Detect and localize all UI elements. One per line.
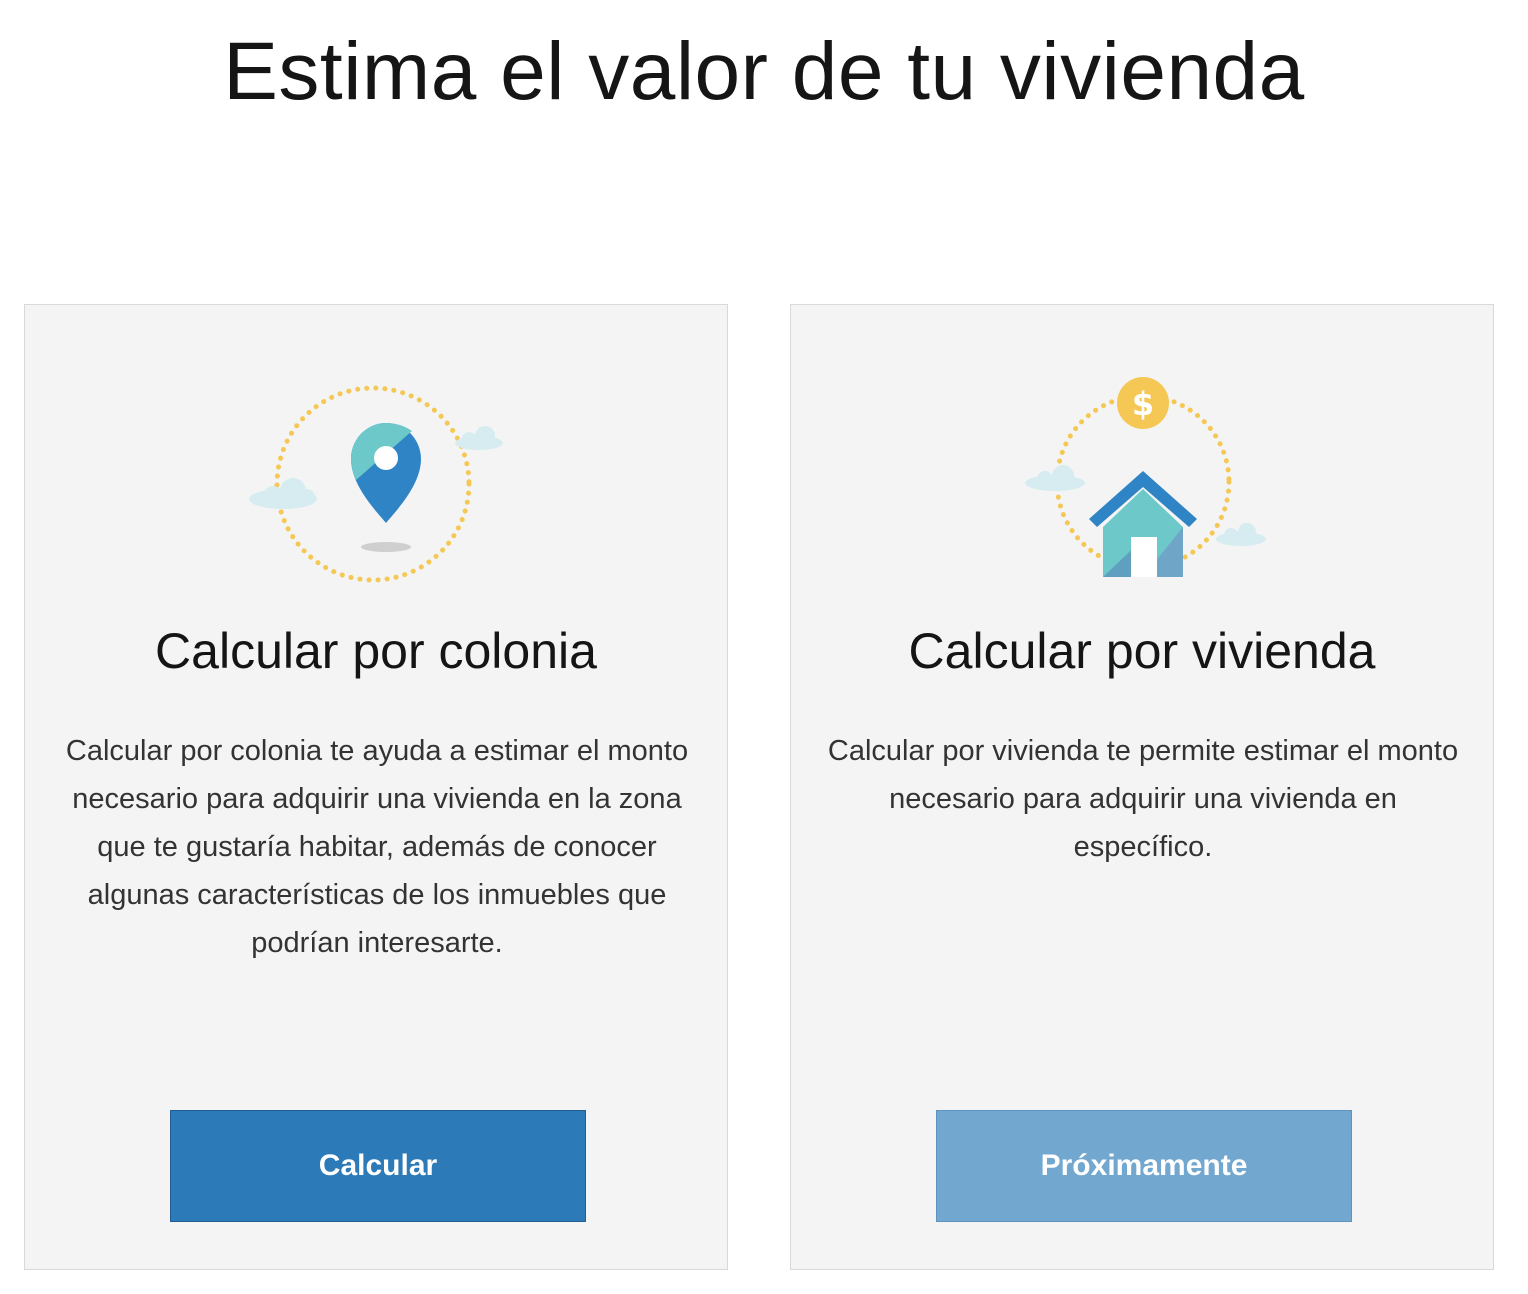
card-calcular-por-colonia: Calcular por colonia Calcular por coloni… xyxy=(24,304,728,1270)
card-title: Calcular por colonia xyxy=(155,623,597,679)
map-pin-icon xyxy=(247,367,507,587)
card-description: Calcular por colonia te ayuda a estimar … xyxy=(65,735,689,959)
card-title: Calcular por vivienda xyxy=(908,623,1376,679)
cloud-icon xyxy=(249,478,317,509)
page-title: Estima el valor de tu vivienda xyxy=(223,26,1305,117)
house-with-coin-icon: $ xyxy=(1013,367,1273,587)
svg-text:$: $ xyxy=(1132,385,1154,423)
card-description: Calcular por vivienda te permite estimar… xyxy=(827,735,1459,863)
dollar-coin-icon: $ xyxy=(1117,377,1169,429)
cloud-icon xyxy=(455,426,503,450)
proximamente-button[interactable]: Próximamente xyxy=(936,1110,1352,1222)
cloud-icon xyxy=(1025,465,1085,491)
cloud-icon xyxy=(1216,523,1266,546)
card-calcular-por-vivienda: $ Calcular por vivienda Calcular por viv… xyxy=(790,304,1494,1270)
calcular-button[interactable]: Calcular xyxy=(170,1110,586,1222)
